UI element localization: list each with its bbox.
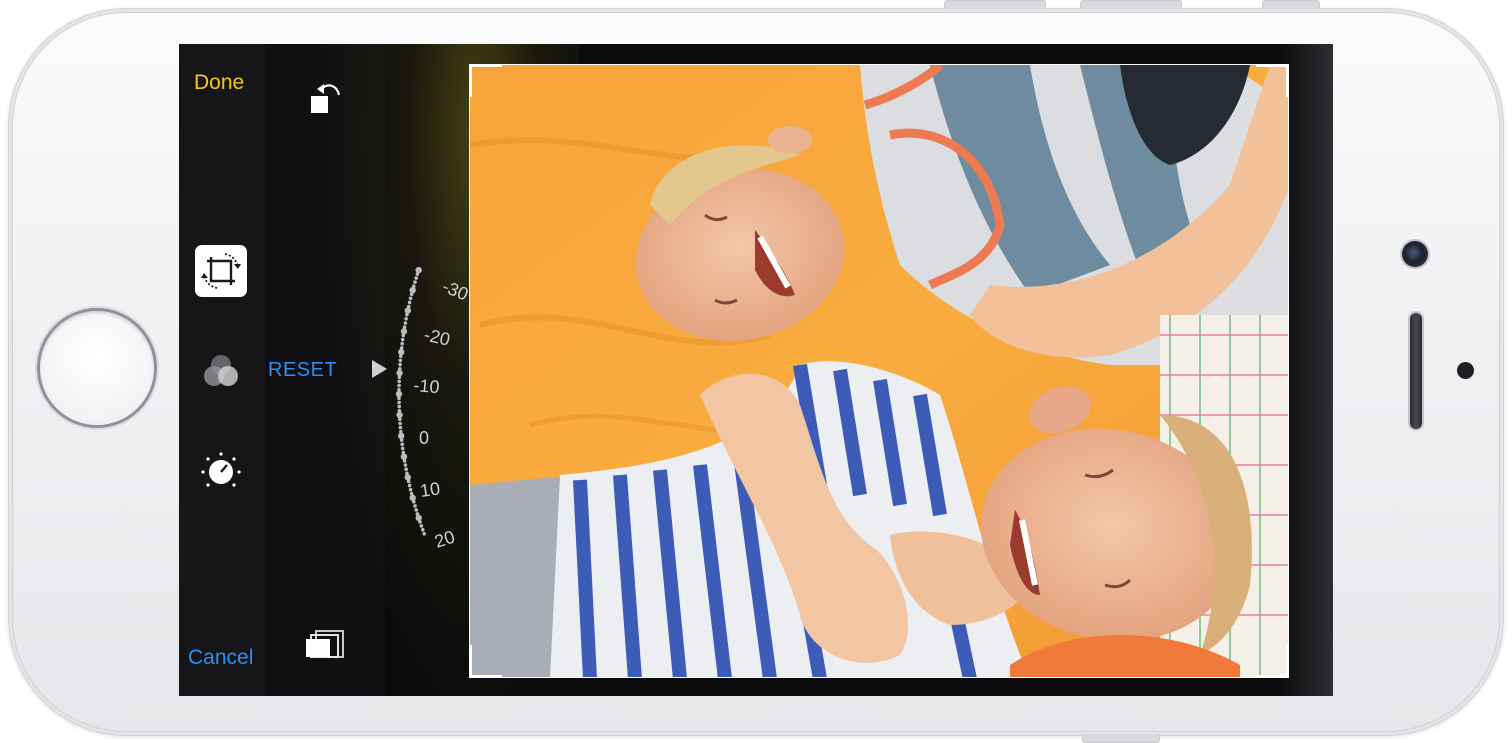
dial-tick-dot <box>399 429 403 434</box>
dial-tick-dot <box>413 504 417 508</box>
dial-tick-dot <box>400 446 405 451</box>
dial-tick-dot <box>404 307 411 314</box>
dial-tick-dot <box>409 491 414 496</box>
dial-tick-dot <box>398 348 405 356</box>
photo-editor-screen: Done Cancel RESET -30 -20 -10 0 10 20 <box>179 44 1333 696</box>
dial-tick-dot <box>395 390 403 398</box>
dial-tick-dot <box>403 463 408 467</box>
adjust-dial-icon[interactable] <box>199 449 243 493</box>
aspect-ratio-icon[interactable] <box>303 628 347 662</box>
dial-tick-dot <box>396 411 403 419</box>
dial-tick-dot <box>415 512 420 516</box>
home-button[interactable] <box>40 311 154 425</box>
crop-corner-top-right[interactable] <box>1256 65 1288 97</box>
earpiece-speaker <box>1410 313 1422 429</box>
dial-tick-dot <box>408 487 413 492</box>
dial-tick-dot <box>397 404 401 409</box>
dial-tick-dot <box>406 304 411 309</box>
dial-tick-dot <box>397 383 401 388</box>
mute-switch <box>1262 0 1320 9</box>
crop-rotate-icon[interactable] <box>195 245 247 297</box>
dial-tick-dot <box>398 432 405 440</box>
dial-tick-dot <box>398 421 402 426</box>
crop-corner-top-left[interactable] <box>470 65 502 97</box>
dial-tick-dot <box>397 379 401 384</box>
dial-tick-dot <box>415 266 422 274</box>
dial-tick-dot <box>415 514 422 522</box>
dial-tick-label: 10 <box>419 478 442 501</box>
dial-tick-dot <box>400 341 404 346</box>
dial-tick-label: -30 <box>440 276 472 304</box>
dial-tick-dot <box>398 367 402 371</box>
dial-tick-label: 0 <box>419 428 429 448</box>
done-button[interactable]: Done <box>194 71 244 95</box>
dial-tick-dot <box>407 483 412 488</box>
dial-tick-dot <box>400 453 408 460</box>
photo-canvas[interactable] <box>469 64 1289 678</box>
front-camera <box>1402 241 1428 267</box>
dial-tick-label: -10 <box>413 375 441 397</box>
volume-down-button <box>1080 0 1182 9</box>
dial-tick-dot <box>398 425 403 430</box>
dial-tick-dot <box>419 524 424 528</box>
dial-tick-dot <box>400 442 404 447</box>
dial-tick-dot <box>414 508 418 512</box>
volume-up-button <box>944 0 1046 9</box>
rotate-icon[interactable] <box>307 78 347 118</box>
dial-tick-dot <box>408 296 413 301</box>
dial-tick-dot <box>396 369 403 377</box>
crop-corner-bottom-left[interactable] <box>470 645 502 677</box>
filters-icon[interactable] <box>199 350 243 394</box>
dial-tick-dot <box>414 276 418 280</box>
dial-tick-dot <box>402 325 407 329</box>
dial-tick-dot <box>397 409 402 413</box>
dial-tick-dot <box>400 337 405 342</box>
dial-tick-dot <box>413 280 417 284</box>
dial-tick-dot <box>403 321 408 325</box>
dial-tick-dot <box>422 532 426 536</box>
dial-tick-dot <box>404 317 408 321</box>
dial-tick-dot <box>404 474 411 481</box>
dial-tick-dot <box>412 284 416 288</box>
dial-tick-label: 20 <box>432 527 457 552</box>
dial-tick-dot <box>407 300 412 305</box>
dial-tick-dot <box>409 287 416 294</box>
dial-tick-dot <box>398 358 403 363</box>
dial-tick-label: -20 <box>422 324 452 349</box>
dial-tick-dot <box>398 362 402 367</box>
dial-tick-dot <box>397 400 401 405</box>
cancel-button[interactable]: Cancel <box>188 646 253 670</box>
dial-tick-dot <box>400 328 408 335</box>
crop-corner-bottom-right[interactable] <box>1256 645 1288 677</box>
reset-button[interactable]: RESET <box>268 359 337 382</box>
dial-tick-dot <box>401 450 406 455</box>
dial-tick-dot <box>405 471 409 476</box>
dial-tick-dot <box>409 494 416 501</box>
proximity-sensor <box>1457 362 1474 379</box>
dial-tick-dot <box>404 467 408 472</box>
dial-tick-dot <box>397 388 401 392</box>
dial-tick-dot <box>399 346 404 350</box>
dial-tick-dot <box>421 528 425 532</box>
